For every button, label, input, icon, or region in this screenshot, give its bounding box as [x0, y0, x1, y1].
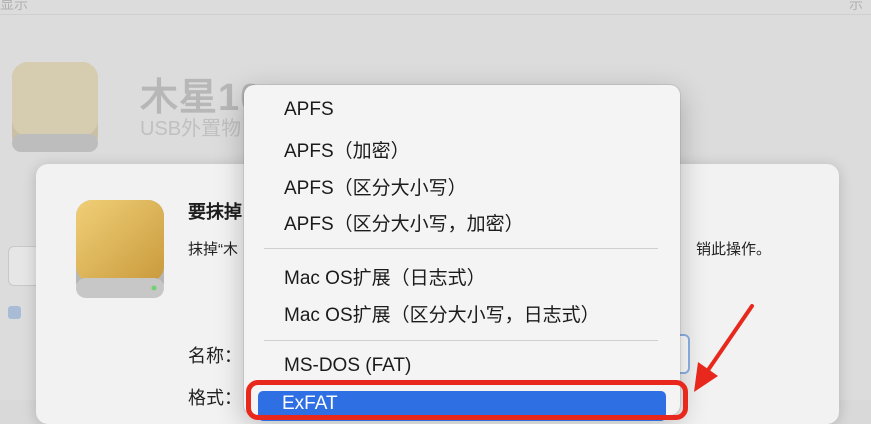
- red-highlight-box: [246, 380, 688, 420]
- toolbar-label-right[interactable]: 示: [849, 0, 863, 14]
- external-drive-icon: [12, 62, 98, 152]
- toolbar-label-left[interactable]: 显示: [0, 0, 28, 14]
- menu-separator: [264, 248, 658, 249]
- toolbar-divider: [0, 14, 871, 15]
- menu-item-apfs-encrypted[interactable]: APFS（加密）: [284, 136, 410, 163]
- format-popup-menu: APFS APFS（加密） APFS（区分大小写） APFS（区分大小写，加密）…: [244, 85, 680, 421]
- menu-item-apfs-case-sensitive[interactable]: APFS（区分大小写）: [284, 173, 467, 200]
- menu-item-apfs-case-sensitive-encrypted[interactable]: APFS（区分大小写，加密）: [284, 209, 524, 236]
- menu-item-macos-journaled[interactable]: Mac OS扩展（日志式）: [284, 263, 486, 290]
- menu-item-ms-dos-fat[interactable]: MS-DOS (FAT): [284, 355, 411, 377]
- usage-legend-swatch: [8, 306, 21, 319]
- erase-description-end: 销此操作。: [696, 241, 772, 258]
- name-label: 名称：: [188, 346, 242, 366]
- erase-title: 要抹掉: [188, 202, 242, 222]
- format-label: 格式：: [188, 388, 242, 408]
- menu-separator: [264, 340, 658, 341]
- erase-description: 抹掉“木: [188, 241, 238, 258]
- drive-icon: [76, 200, 164, 298]
- drive-subtitle: USB外置物: [140, 118, 242, 140]
- menu-item-macos-case-sensitive-journaled[interactable]: Mac OS扩展（区分大小写，日志式）: [284, 300, 600, 327]
- menu-item-apfs[interactable]: APFS: [284, 99, 334, 121]
- red-arrow-icon: [694, 304, 754, 392]
